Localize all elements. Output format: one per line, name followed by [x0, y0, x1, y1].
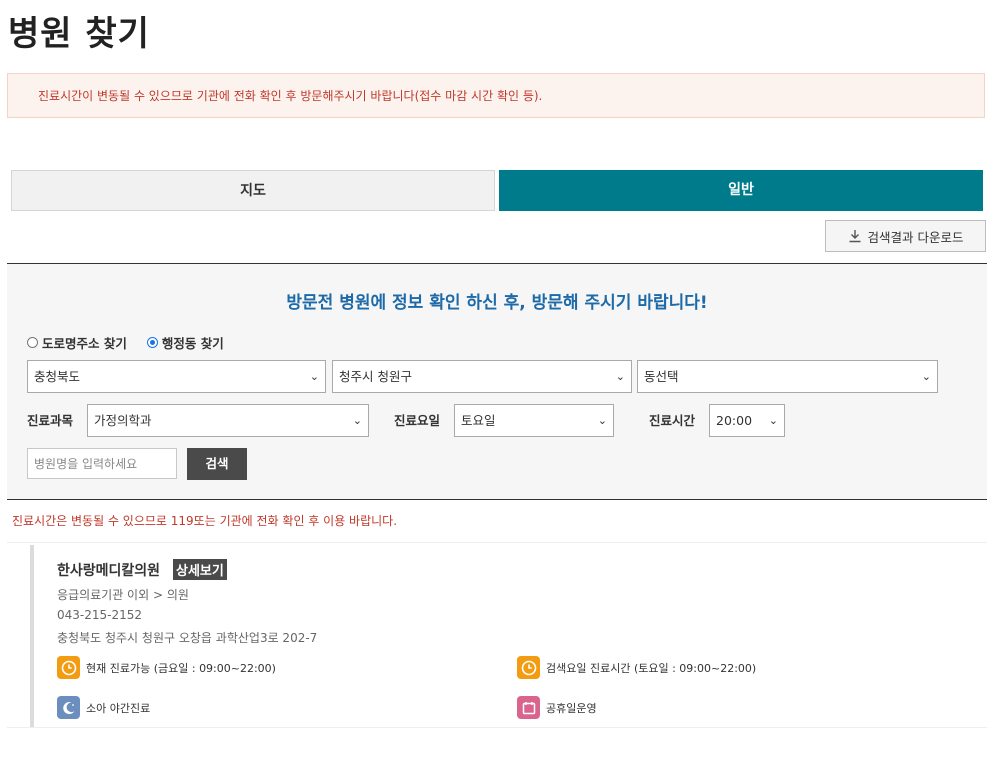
status-now: 현재 진료가능 (금요일 : 09:00~22:00) — [57, 656, 276, 679]
calendar-icon — [517, 696, 540, 719]
chevron-down-icon: ⌄ — [921, 370, 931, 383]
status-search-text: 검색요일 진료시간 (토요일 : 09:00~22:00) — [546, 661, 757, 675]
radio-road-address[interactable]: 도로명주소 찾기 — [27, 333, 127, 352]
day-value: 토요일 — [461, 413, 496, 428]
holiday-text: 공휴일운영 — [546, 701, 597, 715]
time-label: 진료시간 — [649, 413, 696, 428]
dong-value: 동선택 — [644, 369, 679, 384]
notice-text: 진료시간이 변동될 수 있으므로 기관에 전화 확인 후 방문해주시기 바랍니다… — [38, 89, 543, 103]
hospital-name[interactable]: 한사랑메디칼의원 — [57, 560, 160, 580]
clock-icon — [57, 656, 80, 679]
tab-map[interactable]: 지도 — [11, 170, 495, 211]
time-select[interactable]: 20:00 ⌄ — [709, 404, 785, 437]
detail-view-button[interactable]: 상세보기 — [173, 559, 227, 580]
notice-banner: 진료시간이 변동될 수 있으므로 기관에 전화 확인 후 방문해주시기 바랍니다… — [7, 73, 985, 118]
pediatric-text: 소아 야간진료 — [86, 701, 151, 715]
status-search-day: 검색요일 진료시간 (토요일 : 09:00~22:00) — [517, 656, 756, 679]
download-icon — [849, 230, 860, 243]
page-title: 병원 찾기 — [8, 14, 150, 54]
radio-road-circle[interactable] — [27, 337, 38, 348]
radio-admin-label: 행정동 찾기 — [161, 336, 224, 351]
hospital-name-input[interactable] — [27, 448, 177, 479]
chevron-down-icon: ⌄ — [768, 414, 778, 427]
address-type-radios: 도로명주소 찾기 행정동 찾기 — [27, 333, 224, 352]
search-heading: 방문전 병원에 정보 확인 하신 후, 방문해 주시기 바랍니다! — [286, 293, 708, 313]
chevron-down-icon: ⌄ — [615, 370, 625, 383]
dong-select[interactable]: 동선택 ⌄ — [637, 360, 938, 393]
time-value: 20:00 — [716, 413, 753, 428]
tab-general[interactable]: 일반 — [499, 170, 983, 211]
dept-label: 진료과목 — [27, 413, 74, 428]
holiday-operation: 공휴일운영 — [517, 696, 597, 719]
city-value: 청주시 청원구 — [339, 369, 412, 384]
hospital-address: 충청북도 청주시 청원구 오창읍 과학산업3로 202-7 — [57, 631, 318, 645]
search-button[interactable]: 검색 — [187, 448, 247, 480]
day-select[interactable]: 토요일 ⌄ — [454, 404, 614, 437]
chevron-down-icon: ⌄ — [309, 370, 319, 383]
download-label: 검색결과 다운로드 — [867, 229, 964, 245]
status-now-text: 현재 진료가능 (금요일 : 09:00~22:00) — [86, 661, 276, 675]
day-label: 진료요일 — [394, 413, 441, 428]
chevron-down-icon: ⌄ — [597, 414, 607, 427]
radio-admin-circle[interactable] — [146, 337, 158, 348]
moon-icon — [57, 696, 80, 719]
result-accent-bar — [30, 545, 34, 727]
result-item: 한사랑메디칼의원 상세보기 응급의료기관 이외 > 의원 043-215-215… — [7, 542, 987, 728]
city-select[interactable]: 청주시 청원구 ⌄ — [332, 360, 632, 393]
chevron-down-icon: ⌄ — [352, 414, 362, 427]
province-select[interactable]: 충청북도 ⌄ — [27, 360, 326, 393]
province-value: 충청북도 — [34, 369, 81, 384]
clock-icon — [517, 656, 540, 679]
dept-value: 가정의학과 — [94, 413, 152, 428]
download-results-button[interactable]: 검색결과 다운로드 — [825, 220, 986, 252]
warning-text: 진료시간은 변동될 수 있으므로 119또는 기관에 전화 확인 후 이용 바랍… — [12, 514, 398, 528]
hospital-phone: 043-215-2152 — [57, 608, 143, 622]
radio-road-label: 도로명주소 찾기 — [42, 336, 127, 351]
search-panel: 방문전 병원에 정보 확인 하신 후, 방문해 주시기 바랍니다! 도로명주소 … — [7, 263, 987, 500]
dept-select[interactable]: 가정의학과 ⌄ — [87, 404, 369, 437]
radio-admin-dong[interactable]: 행정동 찾기 — [146, 333, 224, 352]
hospital-category: 응급의료기관 이외 > 의원 — [57, 588, 189, 602]
pediatric-night: 소아 야간진료 — [57, 696, 150, 719]
